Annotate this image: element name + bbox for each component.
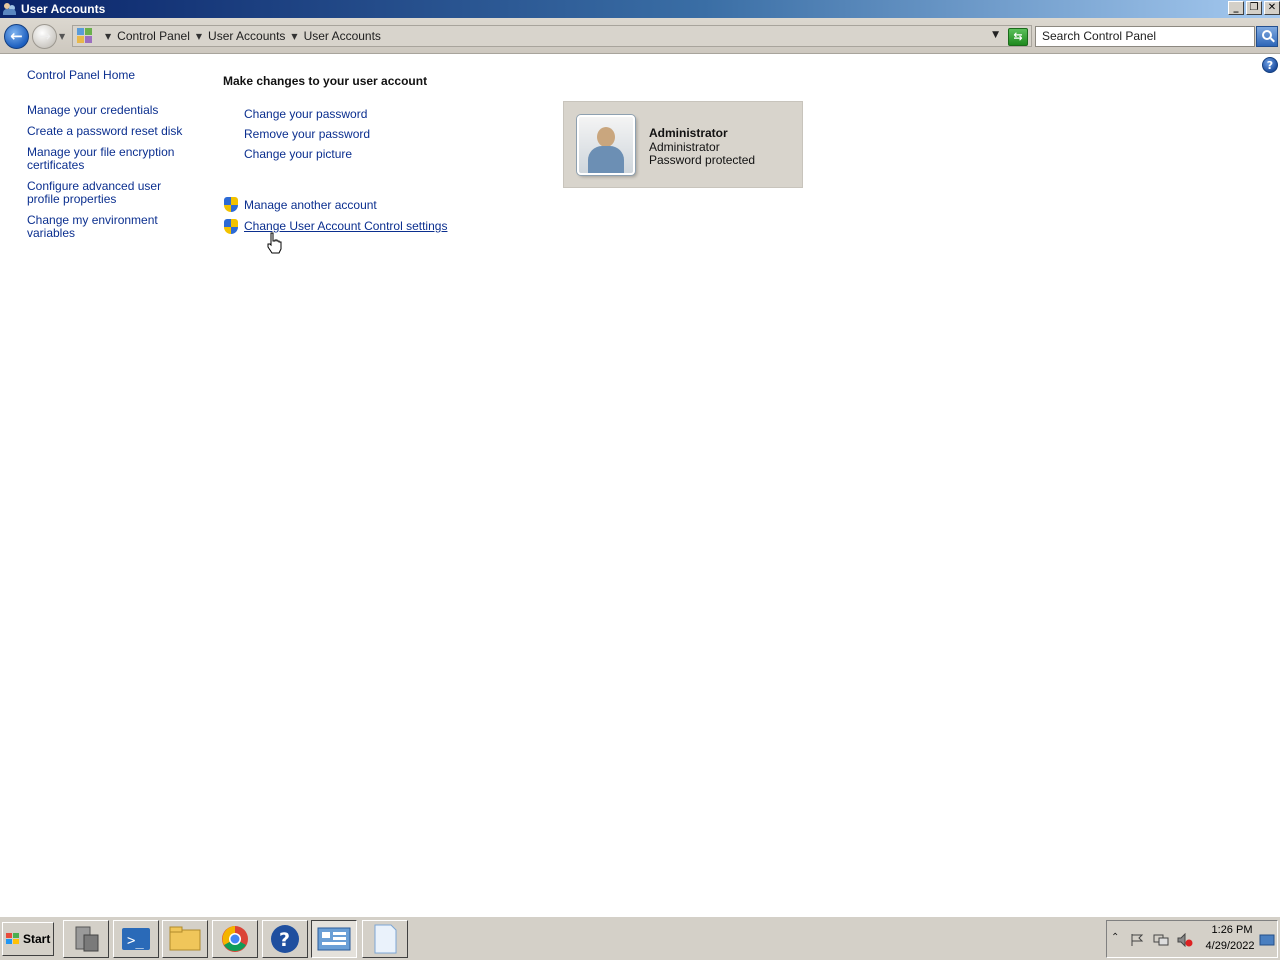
change-picture-link[interactable]: Change your picture [244,148,352,161]
control-panel-taskbar-button[interactable] [311,920,357,958]
clock-time[interactable]: 1:26 PM [1206,924,1258,936]
search-button[interactable] [1256,26,1278,47]
taskbar: Start >_ ? ⌃ [0,916,1280,960]
account-name: Administrator [649,126,728,140]
uac-shield-icon [224,219,238,234]
action-center-flag-icon[interactable] [1129,933,1145,947]
restore-button[interactable]: ❐ [1246,1,1262,15]
powershell-icon: >_ [122,928,150,950]
clock-date[interactable]: 4/29/2022 [1200,940,1260,952]
svg-text:?: ? [279,929,290,951]
manage-another-account-link[interactable]: Manage another account [244,199,377,212]
help-icon[interactable]: ? [1262,57,1278,73]
address-field[interactable]: ▼ Control Panel ▼ User Accounts ▼ User A… [72,25,1032,47]
account-tile: Administrator Administrator Password pro… [563,101,803,188]
chrome-icon [222,926,248,952]
chrome-taskbar-button[interactable] [212,920,258,958]
help-taskbar-button[interactable]: ? [262,920,308,958]
help-support-icon: ? [271,925,299,953]
remove-password-link[interactable]: Remove your password [244,128,370,141]
refresh-button[interactable]: ⇆ [1008,28,1028,46]
manage-credentials-link[interactable]: Manage your credentials [27,104,197,117]
volume-muted-icon[interactable] [1177,933,1193,947]
hand-cursor-icon [267,232,282,254]
page-title: Make changes to your user account [223,74,428,88]
breadcrumb-user-accounts[interactable]: User Accounts [208,29,285,43]
avatar [577,115,635,175]
account-status: Password protected [649,153,756,167]
breadcrumb-control-panel[interactable]: Control Panel [117,29,190,43]
file-explorer-taskbar-button[interactable] [162,920,208,958]
breadcrumb-chevron-icon[interactable]: ▼ [196,32,202,41]
recent-pages-chevron-down-icon[interactable]: ▼ [59,32,65,41]
navigation-bar: ← → ▼ ▼ Control Panel ▼ User Accounts ▼ … [0,18,1280,54]
forward-button[interactable]: → [32,24,57,49]
create-password-reset-disk-link[interactable]: Create a password reset disk [27,125,197,138]
folder-icon [169,926,201,951]
control-panel-icon [317,927,351,951]
breadcrumb-chevron-icon[interactable]: ▼ [291,32,297,41]
notepad-taskbar-button[interactable] [362,920,408,958]
change-environment-variables-link[interactable]: Change my environment variables [27,214,207,240]
minimize-button[interactable]: _ [1228,1,1244,15]
window-title: User Accounts [21,2,106,16]
show-hidden-icons-chevron-up-icon[interactable]: ⌃ [1111,932,1127,946]
server-manager-icon [75,926,99,952]
back-button[interactable]: ← [4,24,29,49]
start-label: Start [23,932,51,946]
windows-logo-icon [6,933,19,945]
control-panel-home-link[interactable]: Control Panel Home [27,69,197,82]
svg-text:>_: >_ [127,933,144,949]
change-password-link[interactable]: Change your password [244,108,367,121]
show-desktop-icon[interactable] [1259,933,1275,947]
document-icon [374,924,397,954]
title-bar: User Accounts _ ❐ ✕ [0,0,1280,18]
manage-file-encryption-link[interactable]: Manage your file encryption certificates [27,146,177,172]
server-manager-taskbar-button[interactable] [63,920,109,958]
account-type: Administrator [649,140,720,154]
address-dropdown-chevron-down-icon[interactable]: ▼ [992,30,999,40]
uac-shield-icon [224,197,238,212]
network-icon[interactable] [1153,933,1169,947]
start-button[interactable]: Start [2,922,54,956]
search-input[interactable]: Search Control Panel [1035,26,1255,47]
breadcrumb-user-accounts-current[interactable]: User Accounts [304,29,381,43]
configure-advanced-profile-link[interactable]: Configure advanced user profile properti… [27,180,192,206]
window-controls: _ ❐ ✕ [1228,1,1280,15]
powershell-taskbar-button[interactable]: >_ [113,920,159,958]
user-accounts-icon [3,2,17,16]
control-panel-icon [77,28,93,44]
breadcrumb-chevron-icon[interactable]: ▼ [105,32,111,41]
close-button[interactable]: ✕ [1264,1,1280,15]
